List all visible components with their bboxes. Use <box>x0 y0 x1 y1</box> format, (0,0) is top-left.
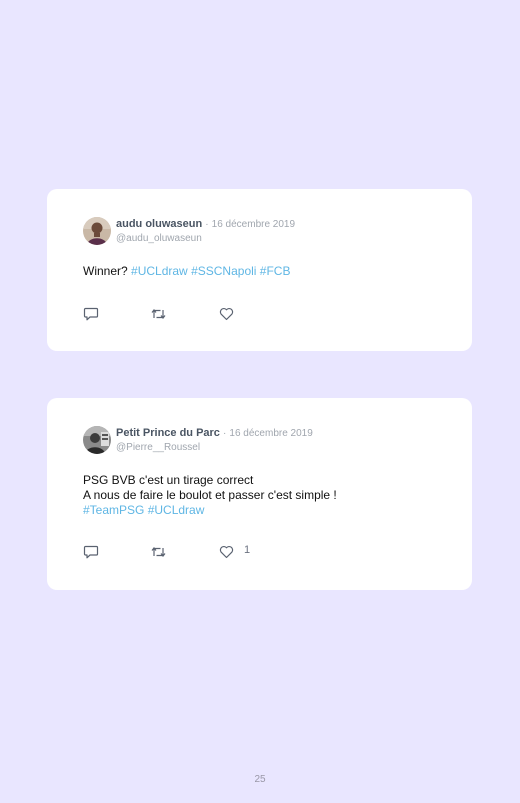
retweet-button[interactable] <box>150 545 167 559</box>
tweet-text-line: #TeamPSG #UCLdraw <box>83 503 448 518</box>
like-button[interactable] <box>219 307 244 321</box>
reply-button[interactable] <box>83 545 99 559</box>
retweet-icon <box>151 547 166 557</box>
tweet-text-line: A nous de faire le boulot et passer c'es… <box>83 488 448 503</box>
separator: · <box>205 219 209 230</box>
display-name[interactable]: audu oluwaseun <box>116 218 202 230</box>
avatar[interactable] <box>83 426 111 454</box>
tweet-text: PSG BVB c'est un tirage correct A nous de… <box>83 473 448 518</box>
tweet-text-line: PSG BVB c'est un tirage correct <box>83 473 448 488</box>
display-name[interactable]: Petit Prince du Parc <box>116 427 220 439</box>
retweet-icon <box>151 309 166 319</box>
reply-icon <box>83 307 99 321</box>
hashtag-link[interactable]: #UCLdraw <box>131 264 188 278</box>
like-button[interactable]: 1 <box>219 544 251 559</box>
tweet-card: Petit Prince du Parc · 16 décembre 2019 … <box>47 398 472 590</box>
hashtag-link[interactable]: #UCLdraw <box>148 503 205 517</box>
tweet-text-segment: A nous de faire le boulot et passer c'es… <box>83 488 337 502</box>
like-count: 1 <box>244 544 251 556</box>
tweet-date[interactable]: 16 décembre 2019 <box>229 428 312 439</box>
reply-button[interactable] <box>83 307 99 321</box>
heart-icon <box>219 307 234 321</box>
page-number: 25 <box>254 774 266 785</box>
separator: · <box>223 428 227 439</box>
tweet-header: audu oluwaseun · 16 décembre 2019 @audu_… <box>83 217 452 247</box>
avatar[interactable] <box>83 217 111 245</box>
tweet-text-segment: Winner? <box>83 264 132 278</box>
hashtag-link[interactable]: #TeamPSG <box>83 503 144 517</box>
user-handle[interactable]: @Pierre__Roussel <box>116 442 200 453</box>
hashtag-link[interactable]: #FCB <box>260 264 291 278</box>
tweet-header: Petit Prince du Parc · 16 décembre 2019 … <box>83 426 452 456</box>
tweet-text-line: Winner? #UCLdraw #SSCNapoli #FCB <box>83 264 448 279</box>
name-line: audu oluwaseun · 16 décembre 2019 <box>116 218 295 230</box>
reply-icon <box>83 545 99 559</box>
heart-icon <box>219 545 234 559</box>
user-handle[interactable]: @audu_oluwaseun <box>116 233 202 244</box>
hashtag-link[interactable]: #SSCNapoli <box>191 264 256 278</box>
tweet-card: audu oluwaseun · 16 décembre 2019 @audu_… <box>47 189 472 351</box>
retweet-button[interactable] <box>150 307 167 321</box>
tweet-text-segment: PSG BVB c'est un tirage correct <box>83 473 254 487</box>
tweet-text: Winner? #UCLdraw #SSCNapoli #FCB <box>83 264 448 279</box>
name-line: Petit Prince du Parc · 16 décembre 2019 <box>116 427 313 439</box>
tweet-date[interactable]: 16 décembre 2019 <box>212 219 295 230</box>
